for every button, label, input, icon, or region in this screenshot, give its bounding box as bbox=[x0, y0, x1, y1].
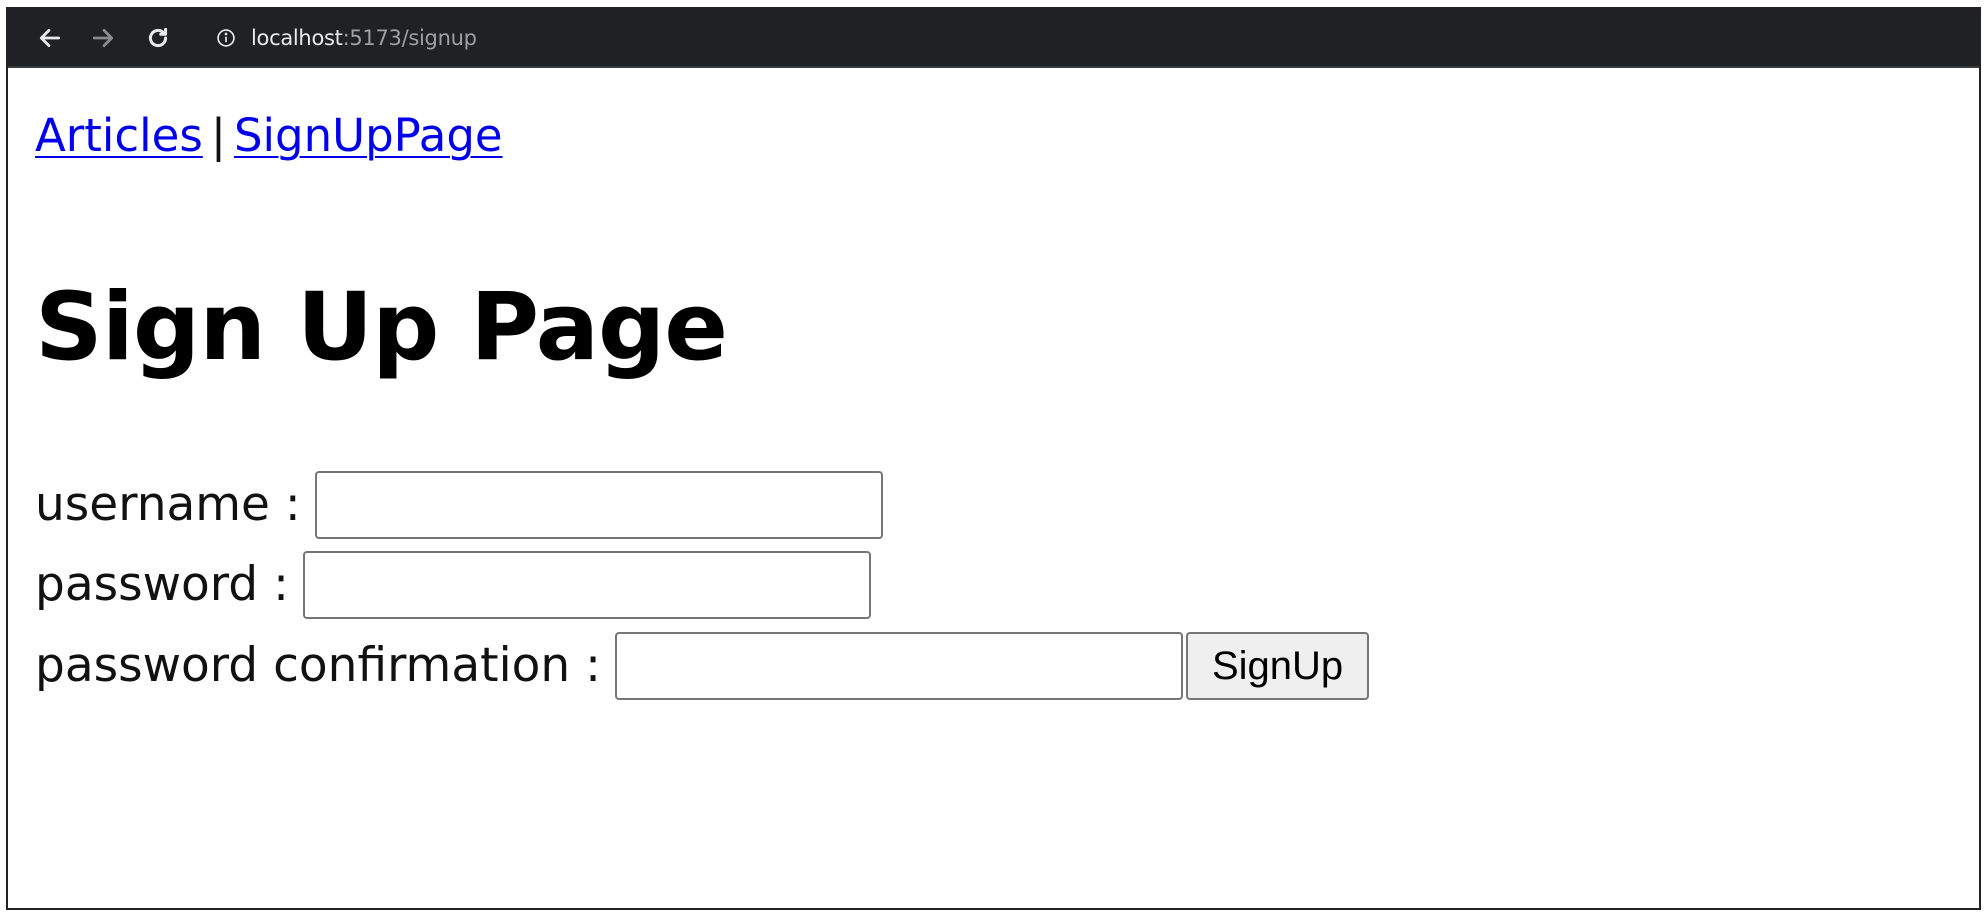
password-confirmation-label: password confirmation : bbox=[35, 638, 601, 693]
signup-button[interactable]: SignUp bbox=[1185, 632, 1370, 700]
url-host: localhost bbox=[251, 26, 343, 50]
password-row: password : bbox=[35, 551, 871, 619]
nav-separator: | bbox=[210, 109, 226, 162]
page-title: Sign Up Page bbox=[35, 273, 728, 382]
info-icon[interactable] bbox=[215, 27, 237, 49]
page-content: Articles | SignUpPage Sign Up Page usernam… bbox=[8, 68, 1979, 908]
url-path: :5173/signup bbox=[342, 26, 477, 50]
reload-icon[interactable] bbox=[141, 21, 175, 55]
username-input[interactable] bbox=[314, 471, 883, 539]
password-label: password : bbox=[35, 557, 289, 612]
url-text[interactable]: localhost:5173/signup bbox=[251, 26, 477, 50]
articles-link[interactable]: Articles bbox=[35, 109, 203, 162]
top-nav: Articles | SignUpPage bbox=[35, 110, 503, 162]
address-bar[interactable]: localhost:5173/signup bbox=[191, 16, 1971, 60]
password-confirmation-input[interactable] bbox=[614, 632, 1183, 700]
forward-arrow-icon[interactable] bbox=[86, 21, 120, 55]
back-arrow-icon[interactable] bbox=[33, 21, 67, 55]
username-label: username : bbox=[35, 477, 301, 532]
browser-toolbar: localhost:5173/signup bbox=[8, 9, 1979, 68]
password-input[interactable] bbox=[302, 551, 871, 619]
username-row: username : bbox=[35, 471, 883, 539]
browser-window: localhost:5173/signup Articles | SignUpPag… bbox=[6, 7, 1981, 910]
signup-page-link[interactable]: SignUpPage bbox=[234, 109, 503, 162]
password-confirmation-row: password confirmation : SignUp bbox=[35, 632, 1370, 700]
